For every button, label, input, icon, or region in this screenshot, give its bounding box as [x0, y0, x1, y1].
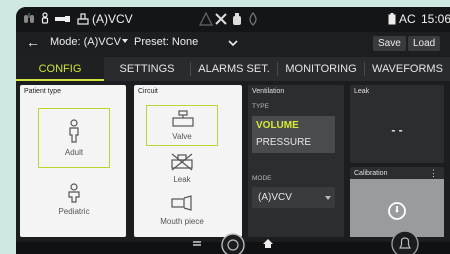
type-label: TYPE: [252, 103, 269, 110]
status-bar: (A)VCV AC 15:06: [16, 7, 450, 32]
panel-title: Patient type: [24, 88, 61, 95]
pediatric-option[interactable]: Pediatric: [38, 180, 110, 225]
alarm-bell-icon[interactable]: [391, 230, 419, 254]
patient-type-panel: Patient type Adult Pediatric: [20, 85, 126, 237]
timer-icon: [388, 202, 406, 220]
type-selector: VOLUME PRESSURE: [252, 116, 335, 153]
power-source: AC: [399, 12, 416, 26]
panel-title: Circuit: [138, 88, 158, 95]
mode-value: (A)VCV: [258, 192, 292, 203]
calibration-panel: Calibration ⋮: [350, 167, 444, 237]
valve-circuit-icon: [172, 110, 194, 127]
ventilation-start-icon[interactable]: [221, 233, 245, 254]
oxygen-icon: [233, 13, 241, 25]
mouth-piece-icon: [171, 195, 192, 211]
more-menu-icon[interactable]: ⋮: [429, 168, 438, 179]
status-mode: (A)VCV: [92, 12, 133, 26]
ventilation-panel: Ventilation TYPE VOLUME PRESSURE MODE (A…: [248, 85, 344, 237]
back-arrow-icon[interactable]: ←: [26, 34, 40, 50]
save-button[interactable]: Save: [373, 36, 406, 51]
tab-monitoring[interactable]: MONITORING: [278, 57, 364, 81]
caret-down-icon: [325, 196, 331, 200]
menu-lines-icon[interactable]: [192, 239, 202, 249]
leak-circuit-icon: [171, 153, 193, 171]
tab-bar: CONFIG SETTINGS ALARMS SET. MONITORING W…: [16, 57, 450, 81]
tab-alarms-set[interactable]: ALARMS SET.: [191, 57, 277, 81]
lungs-icon: [24, 13, 34, 23]
circuit-panel: Circuit Valve Leak Mouth piece: [134, 85, 242, 237]
panel-title: Ventilation: [252, 88, 285, 95]
adult-icon: [69, 119, 79, 143]
leak-panel: Leak - -: [350, 85, 444, 163]
mode-label: MODE: [252, 175, 272, 182]
clock: 15:06: [421, 12, 450, 26]
alarm-silenced-icon: [215, 13, 227, 25]
ventilator-screen: (A)VCV AC 15:06 ← Mode: (A)VCV Preset: N…: [16, 7, 450, 254]
mouthpiece-icon: [55, 16, 70, 22]
valve-icon: [77, 13, 89, 25]
home-icon[interactable]: [262, 237, 274, 249]
adult-option[interactable]: Adult: [38, 108, 110, 168]
panel-title: Calibration: [354, 170, 388, 177]
mouth-piece-option[interactable]: Mouth piece: [146, 191, 218, 231]
tab-settings[interactable]: SETTINGS: [104, 57, 190, 81]
leak-option[interactable]: Leak: [146, 149, 218, 187]
top-bar: ← Mode: (A)VCV Preset: None Save Load: [16, 32, 450, 55]
chevron-down-icon[interactable]: [228, 38, 238, 48]
bottom-bar: [16, 230, 450, 254]
pediatric-label: Pediatric: [58, 207, 90, 216]
load-button[interactable]: Load: [408, 36, 441, 51]
humidifier-icon: [249, 12, 257, 26]
adult-patient-icon: [41, 12, 49, 24]
valve-option[interactable]: Valve: [146, 105, 218, 146]
panel-title: Leak: [354, 88, 370, 95]
caret-down-icon[interactable]: [122, 39, 128, 43]
calibration-start-button[interactable]: [350, 179, 444, 237]
adult-label: Adult: [64, 148, 84, 157]
tab-waveforms[interactable]: WAVEFORMS: [365, 57, 450, 81]
valve-label: Valve: [172, 132, 192, 141]
alarm-warning-icon: [199, 12, 213, 26]
preset-selector[interactable]: Preset: None: [134, 36, 198, 48]
mode-selector[interactable]: Mode: (A)VCV: [50, 36, 121, 48]
mode-dropdown[interactable]: (A)VCV: [252, 187, 335, 208]
leak-value: - -: [391, 123, 403, 137]
type-option-volume[interactable]: VOLUME: [256, 120, 299, 131]
leak-label: Leak: [173, 175, 191, 184]
tab-config[interactable]: CONFIG: [16, 57, 104, 81]
pediatric-icon: [68, 183, 80, 203]
battery-icon: [388, 13, 396, 25]
mouth-piece-label: Mouth piece: [160, 217, 204, 226]
type-option-pressure[interactable]: PRESSURE: [256, 137, 311, 148]
